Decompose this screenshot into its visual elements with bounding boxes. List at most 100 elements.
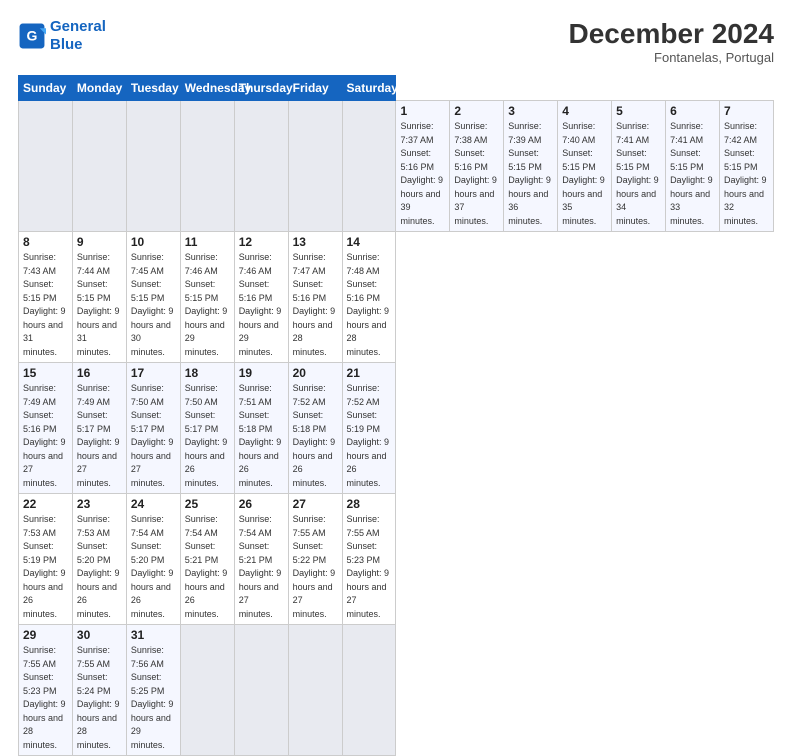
day-number: 15	[23, 366, 68, 380]
day-info: Sunrise: 7:38 AMSunset: 5:16 PMDaylight:…	[454, 120, 499, 228]
day-info: Sunrise: 7:47 AMSunset: 5:16 PMDaylight:…	[293, 251, 338, 359]
day-info: Sunrise: 7:39 AMSunset: 5:15 PMDaylight:…	[508, 120, 553, 228]
calendar-week-2: 8 Sunrise: 7:43 AMSunset: 5:15 PMDaylight…	[19, 232, 774, 363]
weekday-header-monday: Monday	[72, 76, 126, 101]
calendar-cell: 17 Sunrise: 7:50 AMSunset: 5:17 PMDayligh…	[126, 363, 180, 494]
weekday-header-thursday: Thursday	[234, 76, 288, 101]
day-info: Sunrise: 7:54 AMSunset: 5:20 PMDaylight:…	[131, 513, 176, 621]
day-number: 30	[77, 628, 122, 642]
calendar-week-5: 29 Sunrise: 7:55 AMSunset: 5:23 PMDayligh…	[19, 625, 774, 756]
day-info: Sunrise: 7:43 AMSunset: 5:15 PMDaylight:…	[23, 251, 68, 359]
logo: G General Blue	[18, 18, 106, 54]
day-info: Sunrise: 7:37 AMSunset: 5:16 PMDaylight:…	[400, 120, 445, 228]
day-number: 22	[23, 497, 68, 511]
calendar-cell: 14 Sunrise: 7:48 AMSunset: 5:16 PMDayligh…	[342, 232, 396, 363]
day-info: Sunrise: 7:44 AMSunset: 5:15 PMDaylight:…	[77, 251, 122, 359]
day-info: Sunrise: 7:51 AMSunset: 5:18 PMDaylight:…	[239, 382, 284, 490]
calendar-cell	[19, 101, 73, 232]
day-number: 6	[670, 104, 715, 118]
calendar-cell: 31Sunrise: 7:56 AMSunset: 5:25 PMDayligh…	[126, 625, 180, 756]
weekday-header-saturday: Saturday	[342, 76, 396, 101]
calendar-cell: 22 Sunrise: 7:53 AMSunset: 5:19 PMDayligh…	[19, 494, 73, 625]
day-number: 4	[562, 104, 607, 118]
day-info: Sunrise: 7:50 AMSunset: 5:17 PMDaylight:…	[131, 382, 176, 490]
day-number: 24	[131, 497, 176, 511]
calendar-cell: 2 Sunrise: 7:38 AMSunset: 5:16 PMDaylight…	[450, 101, 504, 232]
day-number: 7	[724, 104, 769, 118]
calendar-cell: 8 Sunrise: 7:43 AMSunset: 5:15 PMDaylight…	[19, 232, 73, 363]
calendar-cell: 16Sunrise: 7:49 AMSunset: 5:17 PMDayligh…	[72, 363, 126, 494]
day-info: Sunrise: 7:55 AMSunset: 5:22 PMDaylight:…	[293, 513, 338, 621]
calendar-cell: 5 Sunrise: 7:41 AMSunset: 5:15 PMDaylight…	[612, 101, 666, 232]
calendar-cell	[342, 625, 396, 756]
calendar-cell: 19 Sunrise: 7:51 AMSunset: 5:18 PMDayligh…	[234, 363, 288, 494]
calendar-cell	[180, 101, 234, 232]
day-number: 17	[131, 366, 176, 380]
day-number: 26	[239, 497, 284, 511]
day-number: 29	[23, 628, 68, 642]
calendar-cell: 7Sunrise: 7:42 AMSunset: 5:15 PMDaylight…	[719, 101, 773, 232]
calendar-cell: 27 Sunrise: 7:55 AMSunset: 5:22 PMDayligh…	[288, 494, 342, 625]
day-info: Sunrise: 7:46 AMSunset: 5:15 PMDaylight:…	[185, 251, 230, 359]
page-header: G General Blue December 2024 Fontanelas,…	[18, 18, 774, 65]
title-block: December 2024 Fontanelas, Portugal	[569, 18, 774, 65]
day-number: 8	[23, 235, 68, 249]
day-number: 25	[185, 497, 230, 511]
day-number: 19	[239, 366, 284, 380]
day-number: 18	[185, 366, 230, 380]
weekday-header-row: SundayMondayTuesdayWednesdayThursdayFrid…	[19, 76, 774, 101]
calendar-cell: 20Sunrise: 7:52 AMSunset: 5:18 PMDayligh…	[288, 363, 342, 494]
day-number: 9	[77, 235, 122, 249]
day-number: 12	[239, 235, 284, 249]
day-info: Sunrise: 7:49 AMSunset: 5:16 PMDaylight:…	[23, 382, 68, 490]
day-number: 2	[454, 104, 499, 118]
day-info: Sunrise: 7:54 AMSunset: 5:21 PMDaylight:…	[239, 513, 284, 621]
day-number: 5	[616, 104, 661, 118]
svg-text:G: G	[27, 28, 38, 44]
calendar-cell: 6 Sunrise: 7:41 AMSunset: 5:15 PMDaylight…	[666, 101, 720, 232]
weekday-header-sunday: Sunday	[19, 76, 73, 101]
calendar-week-4: 22 Sunrise: 7:53 AMSunset: 5:19 PMDayligh…	[19, 494, 774, 625]
weekday-header-wednesday: Wednesday	[180, 76, 234, 101]
day-number: 27	[293, 497, 338, 511]
day-info: Sunrise: 7:55 AMSunset: 5:23 PMDaylight:…	[347, 513, 392, 621]
calendar-cell: 26 Sunrise: 7:54 AMSunset: 5:21 PMDayligh…	[234, 494, 288, 625]
calendar-cell: 25 Sunrise: 7:54 AMSunset: 5:21 PMDayligh…	[180, 494, 234, 625]
day-info: Sunrise: 7:49 AMSunset: 5:17 PMDaylight:…	[77, 382, 122, 490]
day-info: Sunrise: 7:41 AMSunset: 5:15 PMDaylight:…	[616, 120, 661, 228]
day-number: 21	[347, 366, 392, 380]
day-info: Sunrise: 7:48 AMSunset: 5:16 PMDaylight:…	[347, 251, 392, 359]
calendar-cell: 9 Sunrise: 7:44 AMSunset: 5:15 PMDaylight…	[72, 232, 126, 363]
calendar-cell	[234, 625, 288, 756]
calendar-cell	[234, 101, 288, 232]
weekday-header-tuesday: Tuesday	[126, 76, 180, 101]
day-info: Sunrise: 7:53 AMSunset: 5:19 PMDaylight:…	[23, 513, 68, 621]
day-info: Sunrise: 7:46 AMSunset: 5:16 PMDaylight:…	[239, 251, 284, 359]
day-number: 10	[131, 235, 176, 249]
calendar-cell: 1Sunrise: 7:37 AMSunset: 5:16 PMDaylight…	[396, 101, 450, 232]
calendar-cell: 30 Sunrise: 7:55 AMSunset: 5:24 PMDayligh…	[72, 625, 126, 756]
calendar-cell: 12 Sunrise: 7:46 AMSunset: 5:16 PMDayligh…	[234, 232, 288, 363]
day-info: Sunrise: 7:41 AMSunset: 5:15 PMDaylight:…	[670, 120, 715, 228]
day-info: Sunrise: 7:54 AMSunset: 5:21 PMDaylight:…	[185, 513, 230, 621]
day-number: 23	[77, 497, 122, 511]
day-info: Sunrise: 7:52 AMSunset: 5:19 PMDaylight:…	[347, 382, 392, 490]
day-number: 3	[508, 104, 553, 118]
day-info: Sunrise: 7:55 AMSunset: 5:24 PMDaylight:…	[77, 644, 122, 752]
weekday-header-friday: Friday	[288, 76, 342, 101]
calendar-cell	[180, 625, 234, 756]
calendar-cell: 15 Sunrise: 7:49 AMSunset: 5:16 PMDayligh…	[19, 363, 73, 494]
day-info: Sunrise: 7:52 AMSunset: 5:18 PMDaylight:…	[293, 382, 338, 490]
calendar-table: SundayMondayTuesdayWednesdayThursdayFrid…	[18, 75, 774, 756]
logo-text: General Blue	[50, 18, 106, 54]
day-number: 28	[347, 497, 392, 511]
calendar-cell: 23Sunrise: 7:53 AMSunset: 5:20 PMDayligh…	[72, 494, 126, 625]
calendar-week-1: 1Sunrise: 7:37 AMSunset: 5:16 PMDaylight…	[19, 101, 774, 232]
day-info: Sunrise: 7:50 AMSunset: 5:17 PMDaylight:…	[185, 382, 230, 490]
day-info: Sunrise: 7:55 AMSunset: 5:23 PMDaylight:…	[23, 644, 68, 752]
day-info: Sunrise: 7:45 AMSunset: 5:15 PMDaylight:…	[131, 251, 176, 359]
calendar-cell: 18 Sunrise: 7:50 AMSunset: 5:17 PMDayligh…	[180, 363, 234, 494]
calendar-cell	[288, 625, 342, 756]
calendar-cell: 10 Sunrise: 7:45 AMSunset: 5:15 PMDayligh…	[126, 232, 180, 363]
day-number: 14	[347, 235, 392, 249]
